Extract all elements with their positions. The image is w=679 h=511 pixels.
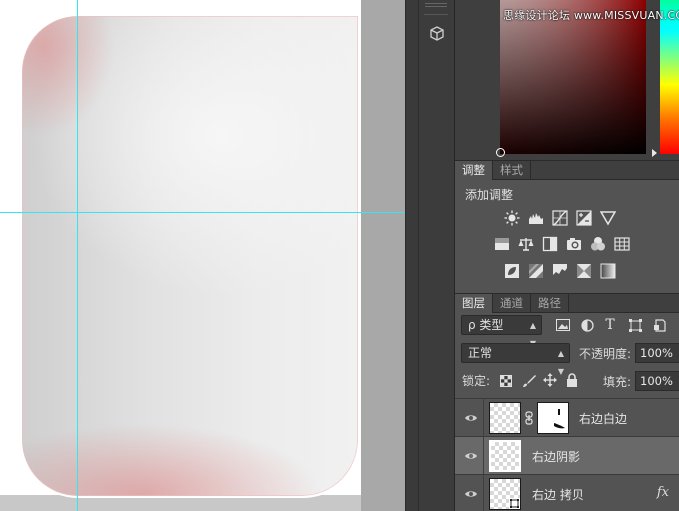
layers-tabs: 图层 通道 路径	[455, 293, 679, 313]
threshold-icon[interactable]	[550, 261, 569, 280]
layer-filter-value: ρ 类型	[468, 318, 504, 332]
tab-layers[interactable]: 图层	[455, 294, 493, 313]
rounded-shape-layer	[22, 16, 358, 496]
black-white-icon[interactable]	[540, 234, 559, 253]
hue-slider-marker[interactable]	[652, 149, 657, 157]
layer-filter-dropdown[interactable]: ρ 类型 ▲▼	[461, 315, 542, 348]
opacity-label: 不透明度:	[579, 347, 632, 361]
document-canvas[interactable]	[0, 0, 405, 511]
color-balance-icon[interactable]	[516, 234, 535, 253]
adjustment-row-1	[502, 208, 617, 227]
tab-styles[interactable]: 样式	[493, 161, 531, 180]
layer-row-right-copy[interactable]: 右边 拷贝 fx	[455, 474, 679, 511]
color-picker-field[interactable]	[500, 0, 646, 154]
eye-visibility-icon[interactable]	[464, 487, 478, 501]
posterize-icon[interactable]	[526, 261, 545, 280]
adjustment-row-3	[502, 261, 617, 280]
brightness-contrast-icon[interactable]	[502, 208, 521, 227]
layer-thumbnail[interactable]	[489, 478, 521, 510]
photo-filter-icon[interactable]	[564, 234, 583, 253]
panel-divider[interactable]	[405, 0, 419, 511]
eye-column-separator	[483, 437, 484, 475]
strip-grip[interactable]	[425, 3, 447, 7]
smart-object-filter-icon[interactable]	[651, 317, 667, 333]
type-filter-icon[interactable]: T	[602, 317, 618, 333]
shape-filter-icon[interactable]	[627, 317, 643, 333]
right-panels: 思缘设计论坛 www.MISSVUAN.COM 调整 样式 添加调整 图层 通道…	[455, 0, 679, 511]
exposure-icon[interactable]	[574, 208, 593, 227]
pixel-filter-icon[interactable]	[555, 317, 571, 333]
layer-row-right-white-edge[interactable]: 右边白边	[455, 398, 679, 437]
layer-thumbnail[interactable]	[489, 440, 521, 472]
blend-mode-value: 正常	[468, 346, 493, 360]
strip-separator	[424, 14, 448, 15]
watermark-text: 思缘设计论坛 www.MISSVUAN.COM	[503, 9, 679, 22]
lock-label: 锁定:	[462, 374, 491, 388]
eye-visibility-icon[interactable]	[464, 411, 478, 425]
layer-name[interactable]: 右边阴影	[532, 448, 580, 465]
hue-saturation-icon[interactable]	[492, 234, 511, 253]
layer-row-right-shadow[interactable]: 右边阴影	[455, 436, 679, 475]
opacity-input[interactable]: 100%	[635, 343, 679, 363]
tab-adjustments[interactable]: 调整	[455, 161, 493, 180]
lock-image-icon[interactable]	[521, 373, 537, 389]
fill-label: 填充:	[603, 375, 632, 389]
curves-icon[interactable]	[550, 208, 569, 227]
layer-mask-thumbnail[interactable]	[537, 402, 569, 434]
color-panel: 思缘设计论坛 www.MISSVUAN.COM	[455, 0, 679, 160]
add-adjustment-title: 添加调整	[465, 188, 514, 202]
selective-color-icon[interactable]	[574, 261, 593, 280]
fill-input[interactable]: 100%	[635, 371, 679, 391]
lock-all-icon[interactable]	[564, 372, 580, 388]
color-picker-ring[interactable]	[496, 148, 505, 157]
invert-icon[interactable]	[502, 261, 521, 280]
layer-thumbnail[interactable]	[489, 402, 521, 434]
shape-layer-badge-icon	[509, 498, 520, 509]
tab-channels[interactable]: 通道	[493, 294, 531, 313]
vibrance-icon[interactable]	[598, 208, 617, 227]
adjustments-tabs: 调整 样式	[455, 160, 679, 180]
vertical-guide[interactable]	[77, 0, 78, 511]
gradient-map-icon[interactable]	[598, 261, 617, 280]
tab-paths[interactable]: 路径	[531, 294, 569, 313]
link-chain-icon[interactable]	[525, 411, 533, 425]
lock-transparent-icon[interactable]	[498, 373, 514, 389]
layer-name[interactable]: 右边 拷贝	[532, 486, 584, 503]
adjustment-filter-icon[interactable]	[579, 317, 595, 333]
horizontal-guide[interactable]	[0, 212, 405, 213]
layer-name[interactable]: 右边白边	[579, 410, 627, 427]
eye-column-separator	[483, 475, 484, 511]
levels-icon[interactable]	[526, 208, 545, 227]
eye-visibility-icon[interactable]	[464, 449, 478, 463]
eye-column-separator	[483, 399, 484, 437]
adjustment-row-2	[492, 234, 631, 253]
hue-slider[interactable]	[660, 0, 679, 154]
lock-position-icon[interactable]	[542, 372, 558, 388]
channel-mixer-icon[interactable]	[588, 234, 607, 253]
collapsed-panel-strip	[419, 0, 455, 511]
layer-effects-icon[interactable]: fx	[657, 485, 669, 500]
blend-mode-dropdown[interactable]: 正常 ▲ ▼	[461, 343, 570, 376]
color-lookup-icon[interactable]	[612, 234, 631, 253]
3d-cube-icon[interactable]	[426, 22, 448, 44]
